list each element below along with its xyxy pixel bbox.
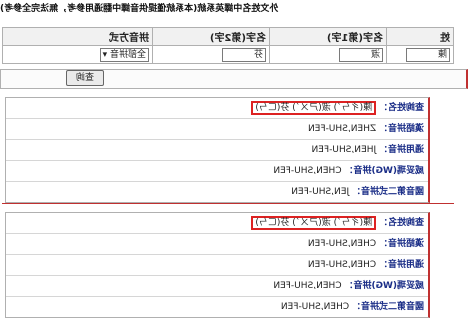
row-value: JEN,SHU-FEN — [291, 187, 350, 197]
result-1-row-hanyu: 漢語拼音： ZHEN,SHU-FEN — [6, 119, 428, 140]
header-given1: 名字(第1字) — [269, 27, 387, 46]
result-1-row-tongyong: 通用拼音： JHEN,SHU-FEN — [6, 140, 428, 161]
row-label: 漢語拼音： — [378, 124, 424, 134]
row-label: 通用拼音： — [378, 260, 424, 270]
surname-input[interactable]: 陳 — [406, 47, 450, 62]
pinyin-select[interactable]: 全部拼音 ▾ — [99, 47, 149, 62]
row-label: 通用拼音： — [378, 145, 424, 155]
query-name-value: 陳(ㄔㄣˊ) 淑(ㄕㄨˊ) 芬(ㄈㄣ) — [251, 101, 377, 115]
row-value: CHEN,SHU-FEN — [280, 302, 350, 312]
row-label: 國音第二式拼音： — [351, 187, 424, 197]
header-surname: 姓 — [386, 27, 454, 46]
result-2-query-row: 查詢姓名： 陳(ㄔㄣˊ) 淑(ㄕㄨˊ) 芬(ㄈㄣ) — [6, 213, 428, 234]
row-value: CHEN,SHU-FEN — [273, 281, 342, 291]
header-row: 姓 名字(第1字) 名字(第2字) 拼音方式 — [2, 27, 454, 46]
pinyin-cell: 全部拼音 ▾ — [2, 45, 153, 64]
given1-input[interactable]: 淑 — [339, 47, 383, 62]
name-input-table: 姓 名字(第1字) 名字(第2字) 拼音方式 陳 淑 芬 全部拼音 ▾ — [2, 27, 454, 64]
result-2-row-hanyu: 漢語拼音： CHEN,SHU-FEN — [6, 234, 428, 255]
row-value: CHEN,SHU-FEN — [307, 239, 377, 249]
result-1-row-wg: 威妥瑪(WG)拼音： CHEN,SHU-FEN — [6, 161, 428, 182]
row-value: ZHEN,SHU-FEN — [307, 124, 377, 134]
row-label: 威妥瑪(WG)拼音： — [344, 166, 424, 176]
row-label: 漢語拼音： — [378, 239, 424, 249]
result-1-row-guoyin: 國音第二式拼音： JEN,SHU-FEN — [6, 182, 428, 202]
row-value: CHEN,SHU-FEN — [307, 260, 377, 270]
surname-cell: 陳 — [386, 45, 454, 64]
row-value: CHEN,SHU-FEN — [273, 166, 342, 176]
query-name-label: 查詢姓名： — [378, 103, 424, 113]
result-2-row-tongyong: 通用拼音： CHEN,SHU-FEN — [6, 255, 428, 276]
result-block-2: 查詢姓名： 陳(ㄔㄣˊ) 淑(ㄕㄨˊ) 芬(ㄈㄣ) 漢語拼音： CHEN,SHU… — [5, 212, 430, 318]
row-label: 國音第二式拼音： — [351, 302, 424, 312]
given2-cell: 芬 — [152, 45, 270, 64]
result-2-row-wg: 威妥瑪(WG)拼音： CHEN,SHU-FEN — [6, 276, 428, 297]
query-name-label: 查詢姓名： — [378, 218, 424, 228]
given1-cell: 淑 — [269, 45, 387, 64]
pinyin-select-value: 全部拼音 — [109, 49, 146, 60]
result-1-query-row: 查詢姓名： 陳(ㄔㄣˊ) 淑(ㄕㄨˊ) 芬(ㄈㄣ) — [6, 98, 428, 119]
header-pinyin: 拼音方式 — [2, 27, 153, 46]
given2-input[interactable]: 芬 — [222, 47, 266, 62]
separator-line — [2, 203, 454, 204]
mirrored-page: 外文姓名中譯英系統(本系統僅提供音譯中翻通用參考，無法完全參考) 姓 名字(第1… — [0, 0, 474, 334]
query-button[interactable]: 查詢 — [66, 70, 104, 86]
chevron-down-icon: ▾ — [102, 49, 108, 60]
result-block-1: 查詢姓名： 陳(ㄔㄣˊ) 淑(ㄕㄨˊ) 芬(ㄈㄣ) 漢語拼音： ZHEN,SHU… — [5, 97, 430, 203]
result-2-row-guoyin: 國音第二式拼音： CHEN,SHU-FEN — [6, 297, 428, 317]
input-row: 陳 淑 芬 全部拼音 ▾ — [2, 45, 454, 64]
page-note: 外文姓名中譯英系統(本系統僅提供音譯中翻通用參考，無法完全參考) — [0, 4, 279, 14]
query-name-value: 陳(ㄔㄣˊ) 淑(ㄕㄨˊ) 芬(ㄈㄣ) — [251, 216, 377, 230]
row-value: JHEN,SHU-FEN — [311, 145, 377, 155]
header-given2: 名字(第2字) — [152, 27, 270, 46]
row-label: 威妥瑪(WG)拼音： — [344, 281, 424, 291]
